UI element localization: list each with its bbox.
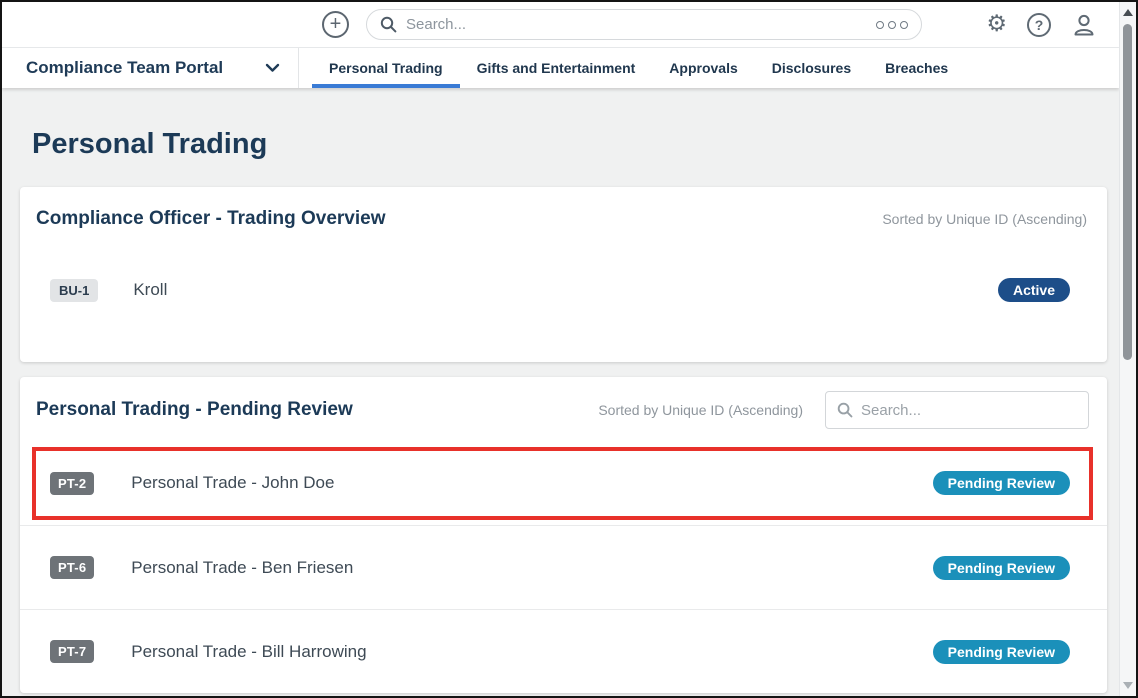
pending-search[interactable] (825, 391, 1089, 429)
tab-gifts-and-entertainment[interactable]: Gifts and Entertainment (460, 48, 653, 88)
settings-gear-icon[interactable]: ⚙ (986, 13, 1007, 36)
search-icon (380, 16, 397, 33)
portal-nav-bar: Compliance Team Portal Personal Trading … (2, 48, 1119, 88)
vertical-scrollbar[interactable] (1119, 2, 1136, 696)
top-header-bar: + ⚙ ? (2, 2, 1119, 48)
status-badge-active: Active (998, 278, 1070, 302)
global-search-input[interactable] (406, 16, 868, 33)
table-row-pt-2[interactable]: PT-2 Personal Trade - John Doe Pending R… (20, 441, 1107, 525)
header-icon-group: ⚙ ? (986, 12, 1097, 38)
search-icon (837, 402, 853, 418)
user-profile-icon[interactable] (1071, 12, 1097, 38)
row-name[interactable]: Kroll (133, 280, 167, 300)
scroll-up-arrow-icon[interactable] (1123, 9, 1133, 16)
pending-card-title: Personal Trading - Pending Review (36, 398, 353, 422)
overview-row[interactable]: BU-1 Kroll Active (50, 278, 1070, 302)
pending-card-header: Personal Trading - Pending Review Sorted… (20, 377, 1107, 441)
tab-disclosures[interactable]: Disclosures (755, 48, 868, 88)
portal-title: Compliance Team Portal (26, 58, 223, 78)
chevron-down-icon (265, 63, 280, 73)
create-button[interactable]: + (322, 11, 349, 38)
row-name[interactable]: Personal Trade - John Doe (131, 473, 334, 493)
scrollbar-thumb[interactable] (1123, 24, 1132, 360)
pending-sort-label: Sorted by Unique ID (Ascending) (598, 402, 803, 418)
plus-icon: + (330, 14, 342, 34)
app-window: + ⚙ ? (0, 0, 1138, 698)
question-mark: ? (1035, 17, 1044, 33)
pending-review-card: Personal Trading - Pending Review Sorted… (20, 377, 1107, 693)
pending-search-input[interactable] (861, 402, 1077, 419)
status-badge-pending: Pending Review (933, 556, 1070, 580)
more-options-icon[interactable] (876, 21, 908, 29)
tab-breaches[interactable]: Breaches (868, 48, 965, 88)
row-name[interactable]: Personal Trade - Bill Harrowing (131, 642, 366, 662)
unique-id-badge: PT-6 (50, 556, 94, 579)
main-content: Personal Trading Compliance Officer - Tr… (2, 128, 1119, 693)
table-row-pt-6[interactable]: PT-6 Personal Trade - Ben Friesen Pendin… (20, 525, 1107, 609)
table-row-pt-7[interactable]: PT-7 Personal Trade - Bill Harrowing Pen… (20, 609, 1107, 693)
unique-id-badge: PT-7 (50, 640, 94, 663)
pending-rows: PT-2 Personal Trade - John Doe Pending R… (20, 441, 1107, 693)
overview-sort-label: Sorted by Unique ID (Ascending) (882, 211, 1087, 227)
tab-approvals[interactable]: Approvals (652, 48, 754, 88)
unique-id-badge: PT-2 (50, 472, 94, 495)
trading-overview-card: Compliance Officer - Trading Overview So… (20, 187, 1107, 362)
nav-tabs: Personal Trading Gifts and Entertainment… (312, 48, 965, 88)
scroll-down-arrow-icon[interactable] (1123, 682, 1133, 689)
overview-card-header: Compliance Officer - Trading Overview So… (20, 187, 1107, 231)
row-name[interactable]: Personal Trade - Ben Friesen (131, 558, 353, 578)
global-search[interactable] (366, 9, 922, 40)
status-badge-pending: Pending Review (933, 471, 1070, 495)
help-icon[interactable]: ? (1027, 13, 1051, 37)
page-title: Personal Trading (32, 128, 1107, 161)
status-badge-pending: Pending Review (933, 640, 1070, 664)
unique-id-badge: BU-1 (50, 279, 98, 302)
tab-personal-trading[interactable]: Personal Trading (312, 48, 460, 88)
overview-card-title: Compliance Officer - Trading Overview (36, 207, 386, 231)
portal-switcher[interactable]: Compliance Team Portal (2, 48, 299, 88)
page-container: + ⚙ ? (2, 2, 1119, 696)
